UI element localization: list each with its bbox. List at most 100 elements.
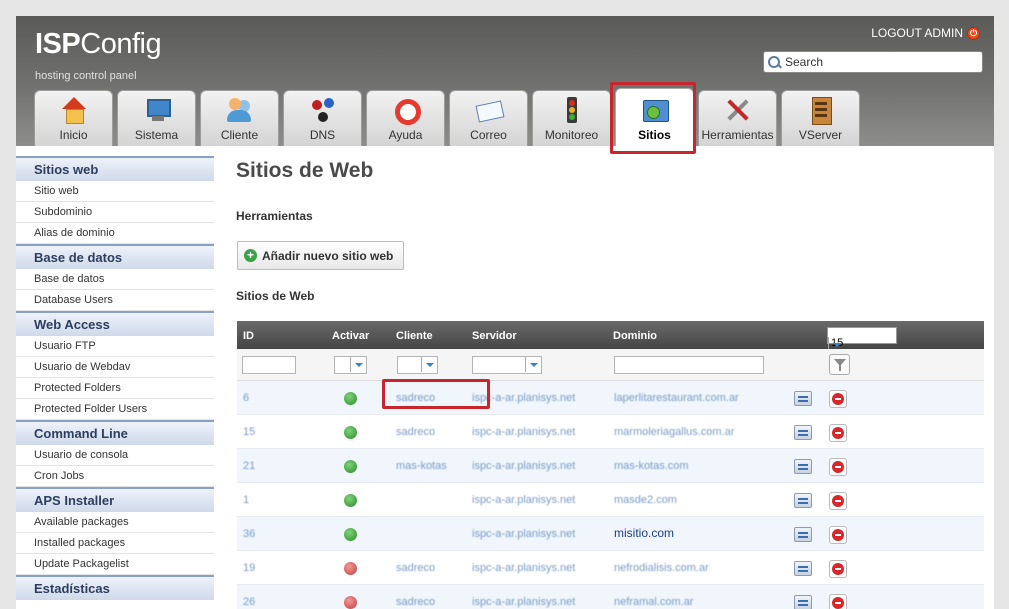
tab-label: Herramientas [701, 128, 774, 142]
col-dominio[interactable]: Dominio [613, 330, 657, 342]
tools-icon [724, 96, 752, 124]
sidebar-item-protected-folders[interactable]: Protected Folders [16, 378, 214, 399]
websites-table: ID Activar Cliente Servidor Dominio 15 6… [237, 321, 984, 609]
sidebar-group-base-datos: Base de datos [16, 244, 214, 269]
delete-icon[interactable] [829, 458, 847, 476]
tab-cliente[interactable]: Cliente [200, 90, 279, 146]
cell-client: mas-kotas [396, 460, 447, 472]
col-activar[interactable]: Activar [332, 330, 369, 342]
active-status-icon [344, 494, 357, 507]
chevron-down-icon [421, 357, 437, 372]
col-servidor[interactable]: Servidor [472, 330, 517, 342]
tab-sitios[interactable]: Sitios [615, 88, 694, 146]
inactive-status-icon [344, 596, 357, 609]
cell-server: ispc-a-ar.planisys.net [472, 392, 576, 404]
filter-activar-select[interactable] [334, 356, 367, 374]
sidebar-item-database-users[interactable]: Database Users [16, 290, 214, 311]
sidebar-item-sitio-web[interactable]: Sitio web [16, 181, 214, 202]
delete-icon[interactable] [829, 594, 847, 609]
tab-inicio[interactable]: Inicio [34, 90, 113, 146]
delete-icon[interactable] [829, 526, 847, 544]
edit-icon[interactable] [794, 425, 812, 440]
page-title: Sitios de Web [236, 159, 374, 182]
cell-id: 1 [243, 494, 250, 506]
cell-domain[interactable]: nefrodialisis.com.ar [614, 562, 709, 574]
tab-label: Cliente [220, 128, 259, 142]
cell-domain[interactable]: marmoleriagallus.com.ar [614, 426, 734, 438]
table-row[interactable]: 19 sadreco ispc-a-ar.planisys.net nefrod… [237, 551, 984, 585]
tab-correo[interactable]: Correo [449, 90, 528, 146]
cell-client: sadreco [396, 392, 436, 404]
tab-ayuda[interactable]: Ayuda [366, 90, 445, 146]
sidebar-item-alias-dominio[interactable]: Alias de dominio [16, 223, 214, 244]
edit-icon[interactable] [794, 391, 812, 406]
table-row[interactable]: 36 ispc-a-ar.planisys.net misitio.com [237, 517, 984, 551]
cell-domain[interactable]: masde2.com [614, 494, 677, 506]
table-row[interactable]: 26 sadreco ispc-a-ar.planisys.net nefram… [237, 585, 984, 609]
cell-domain[interactable]: mas-kotas.com [614, 460, 689, 472]
tab-sistema[interactable]: Sistema [117, 90, 196, 146]
col-cliente[interactable]: Cliente [396, 330, 433, 342]
cell-server: ispc-a-ar.planisys.net [472, 460, 576, 472]
search-icon [768, 55, 781, 69]
cell-client: sadreco [396, 596, 436, 608]
table-row[interactable]: 15 sadreco ispc-a-ar.planisys.net marmol… [237, 415, 984, 449]
sites-icon [641, 96, 669, 124]
sidebar: Sitios web Sitio web Subdominio Alias de… [16, 156, 214, 600]
sidebar-item-base-datos[interactable]: Base de datos [16, 269, 214, 290]
edit-icon[interactable] [794, 493, 812, 508]
sidebar-item-usuario-webdav[interactable]: Usuario de Webdav [16, 357, 214, 378]
edit-icon[interactable] [794, 527, 812, 542]
sidebar-item-usuario-consola[interactable]: Usuario de consola [16, 445, 214, 466]
chevron-down-icon [350, 357, 366, 372]
header: ISPConfig hosting control panel LOGOUT A… [16, 16, 994, 154]
edit-icon[interactable] [794, 561, 812, 576]
filter-funnel-icon[interactable] [829, 354, 850, 375]
cell-id: 6 [243, 392, 250, 404]
table-header: ID Activar Cliente Servidor Dominio 15 [237, 321, 984, 352]
table-row[interactable]: 21 mas-kotas ispc-a-ar.planisys.net mas-… [237, 449, 984, 483]
cell-server: ispc-a-ar.planisys.net [472, 494, 576, 506]
filter-cliente-select[interactable] [397, 356, 438, 374]
add-website-label: Añadir nuevo sitio web [262, 248, 394, 263]
add-website-button[interactable]: + Añadir nuevo sitio web [237, 241, 405, 270]
app-window: ISPConfig hosting control panel LOGOUT A… [16, 16, 994, 609]
delete-icon[interactable] [829, 424, 847, 442]
client-icon [226, 96, 254, 124]
sidebar-item-installed-packages[interactable]: Installed packages [16, 533, 214, 554]
filter-dominio-input[interactable] [614, 356, 764, 374]
sidebar-item-available-packages[interactable]: Available packages [16, 512, 214, 533]
sidebar-group-aps-installer: APS Installer [16, 487, 214, 512]
tab-monitoreo[interactable]: Monitoreo [532, 90, 611, 146]
table-row[interactable]: 6 sadreco ispc-a-ar.planisys.net laperli… [237, 381, 984, 415]
sidebar-item-subdominio[interactable]: Subdominio [16, 202, 214, 223]
logout-link[interactable]: LOGOUT ADMIN ⏻ [871, 26, 980, 40]
col-id[interactable]: ID [243, 330, 254, 342]
delete-icon[interactable] [829, 390, 847, 408]
filter-servidor-select[interactable] [472, 356, 542, 374]
cell-domain[interactable]: neframal.com.ar [614, 596, 693, 608]
table-row[interactable]: 1 ispc-a-ar.planisys.net masde2.com [237, 483, 984, 517]
search-input[interactable] [785, 55, 975, 69]
tab-vserver[interactable]: VServer [781, 90, 860, 146]
filter-id-input[interactable] [242, 356, 296, 374]
tab-label: Sistema [134, 128, 179, 142]
sidebar-group-sitios-web: Sitios web [16, 156, 214, 181]
sidebar-item-protected-folder-users[interactable]: Protected Folder Users [16, 399, 214, 420]
sidebar-item-cron-jobs[interactable]: Cron Jobs [16, 466, 214, 487]
edit-icon[interactable] [794, 459, 812, 474]
per-page-select[interactable]: 15 [827, 327, 897, 352]
sidebar-item-update-packagelist[interactable]: Update Packagelist [16, 554, 214, 575]
delete-icon[interactable] [829, 560, 847, 578]
edit-icon[interactable] [794, 595, 812, 609]
sidebar-item-usuario-ftp[interactable]: Usuario FTP [16, 336, 214, 357]
tools-heading: Herramientas [236, 209, 313, 223]
cell-id: 26 [243, 596, 256, 608]
tab-herramientas[interactable]: Herramientas [698, 90, 777, 146]
tab-dns[interactable]: DNS [283, 90, 362, 146]
delete-icon[interactable] [829, 492, 847, 510]
cell-domain[interactable]: misitio.com [614, 526, 674, 540]
search-box[interactable] [763, 51, 983, 73]
cell-domain[interactable]: laperlitarestaurant.com.ar [614, 392, 739, 404]
home-icon [60, 96, 88, 124]
